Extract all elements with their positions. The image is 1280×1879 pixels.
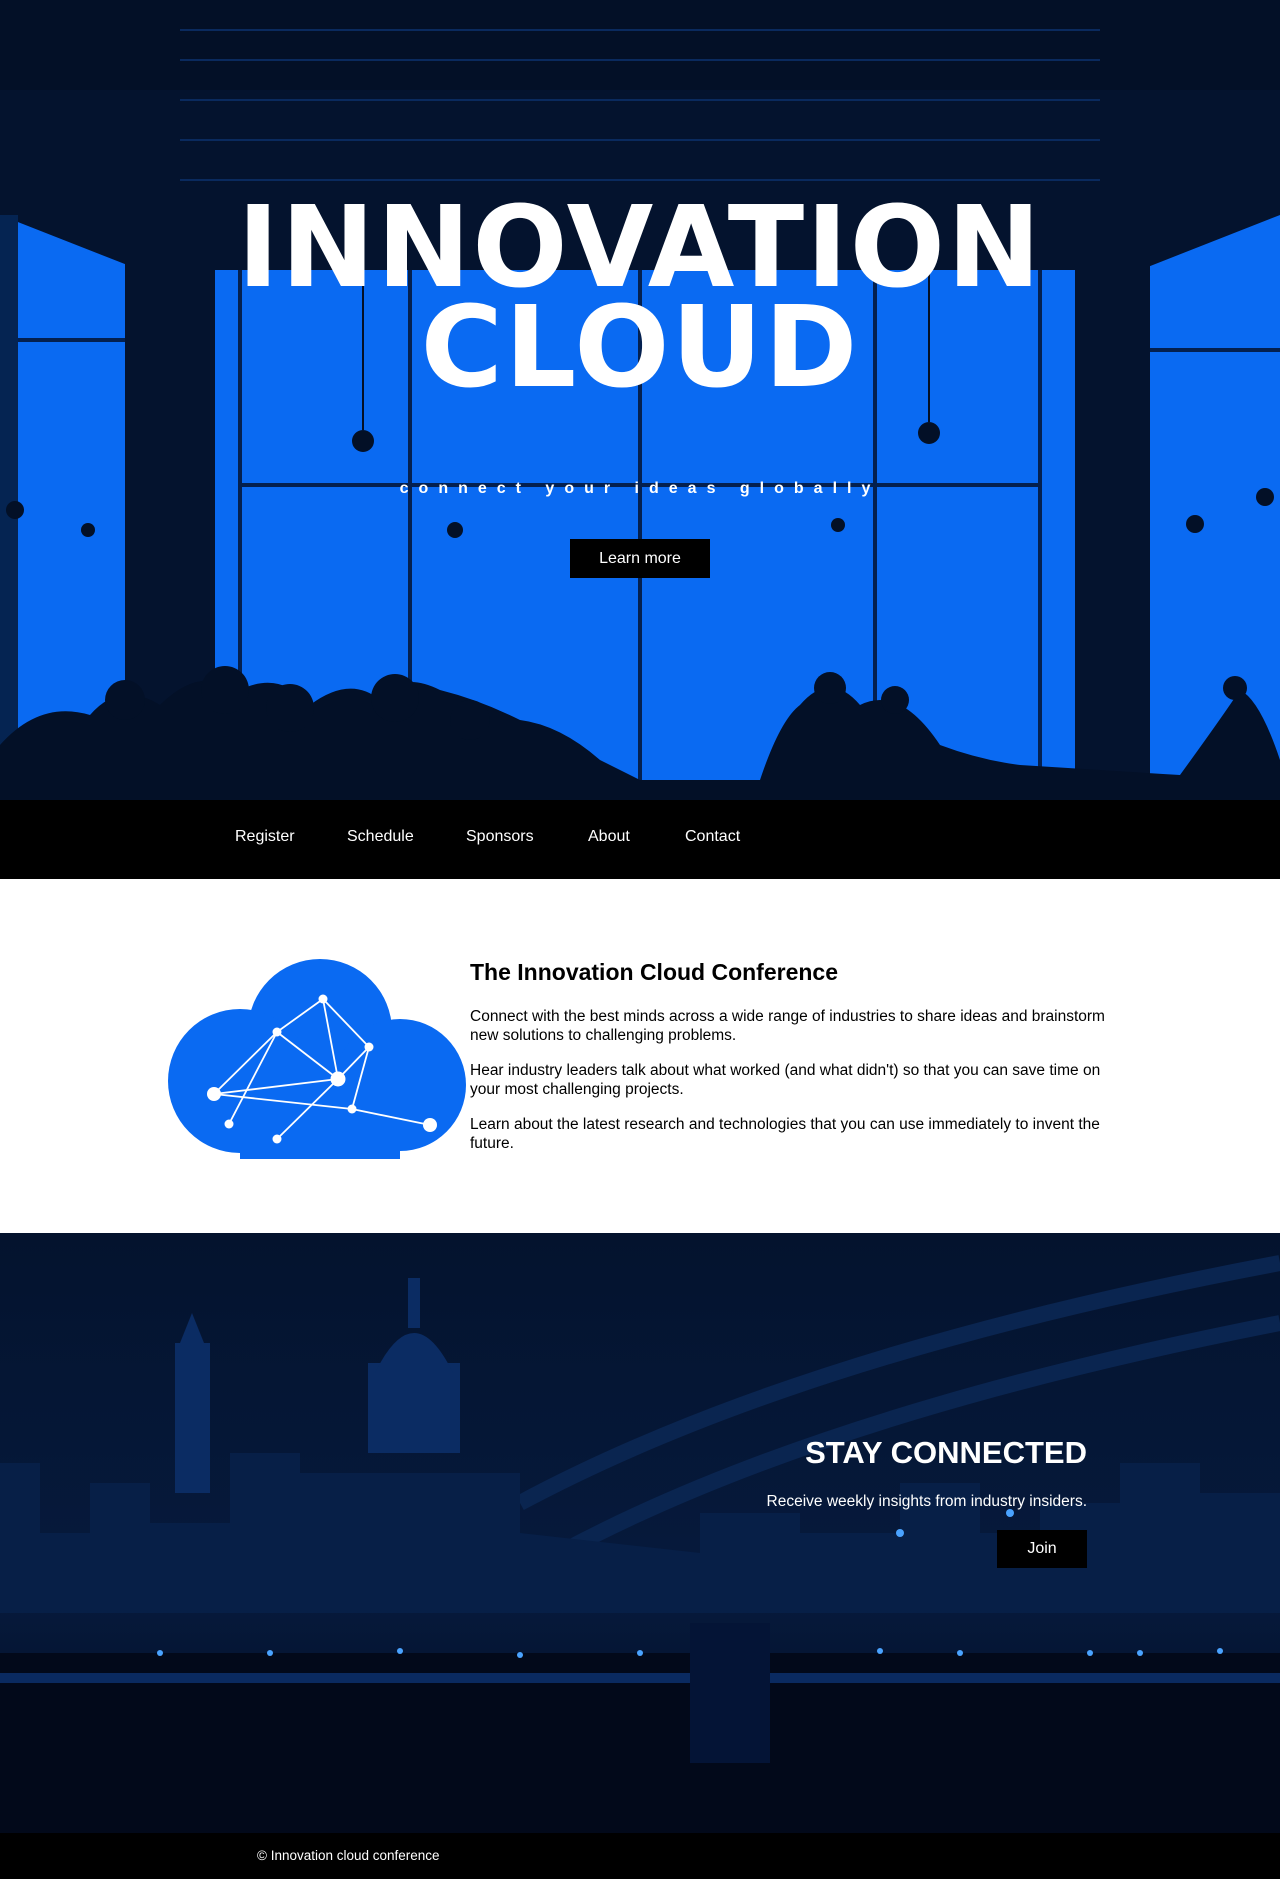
- footer: © Innovation cloud conference: [0, 1833, 1280, 1879]
- main-nav: Register Schedule Sponsors About Contact: [0, 800, 1280, 879]
- hero-title-line2: CLOUD: [420, 283, 860, 413]
- stay-connected-section: STAY CONNECTED Receive weekly insights f…: [0, 1233, 1280, 1833]
- cloud-network-icon: [168, 959, 466, 1159]
- nav-item-schedule[interactable]: Schedule: [347, 828, 414, 846]
- nav-item-about[interactable]: About: [588, 828, 630, 846]
- intro-paragraph: Learn about the latest research and tech…: [470, 1116, 1100, 1152]
- intro-paragraph: Connect with the best minds across a wid…: [470, 1008, 1105, 1044]
- nav-item-register[interactable]: Register: [235, 828, 295, 846]
- join-button[interactable]: Join: [997, 1530, 1087, 1568]
- intro-heading: The Innovation Cloud Conference: [470, 959, 839, 985]
- learn-more-button[interactable]: Learn more: [570, 539, 710, 578]
- hero-section: INNOVATION CLOUD connect your ideas glob…: [0, 0, 1280, 800]
- city-skyline-background: [0, 1233, 1280, 1833]
- footer-copyright: © Innovation cloud conference: [257, 1848, 440, 1863]
- intro-paragraph: Hear industry leaders talk about what wo…: [470, 1062, 1101, 1098]
- nav-item-sponsors[interactable]: Sponsors: [466, 828, 534, 846]
- nav-item-contact[interactable]: Contact: [685, 828, 740, 846]
- stay-connected-heading: STAY CONNECTED: [805, 1435, 1087, 1470]
- intro-section: The Innovation Cloud Conference Connect …: [0, 879, 1280, 1233]
- stay-connected-text: Receive weekly insights from industry in…: [766, 1493, 1087, 1510]
- hero-tagline: connect your ideas globally: [399, 480, 881, 497]
